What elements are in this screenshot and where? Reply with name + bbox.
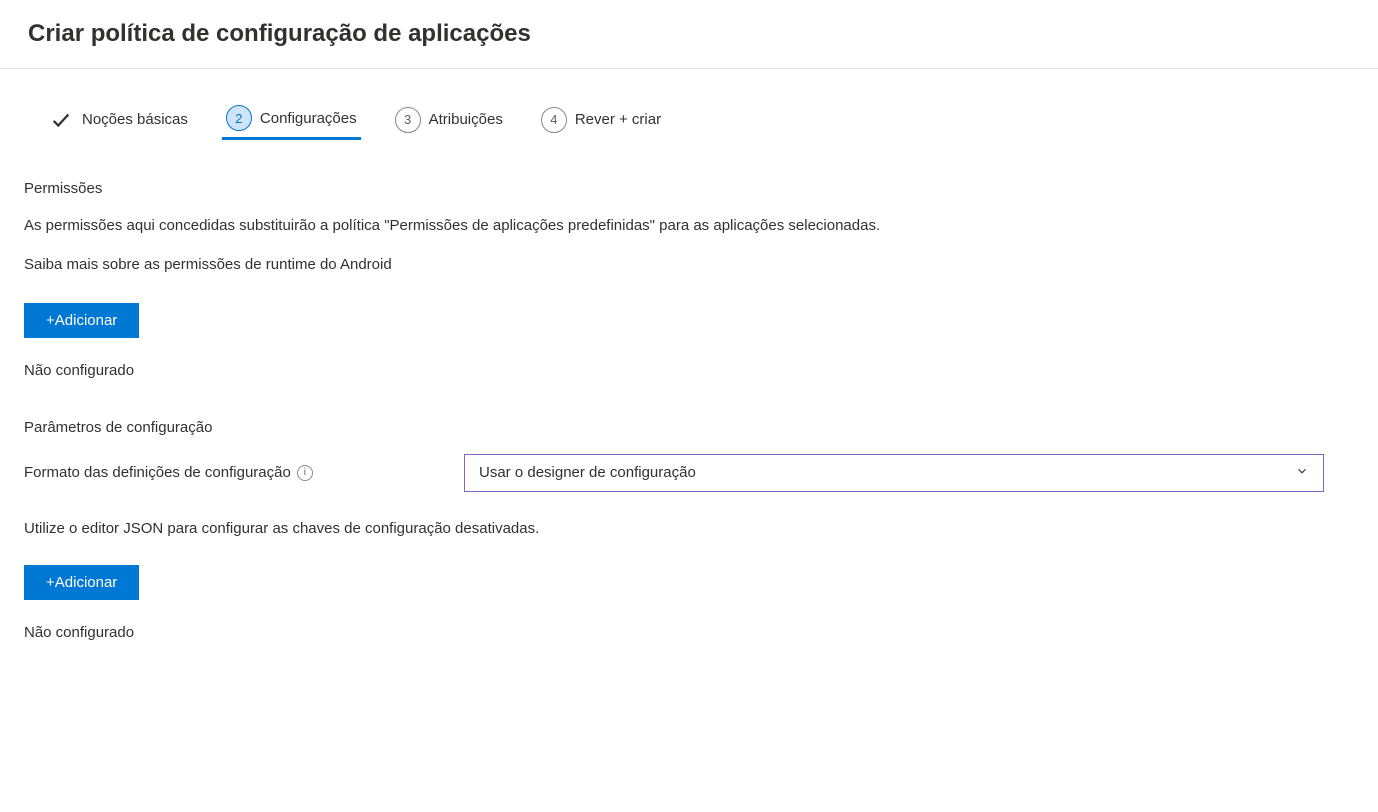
step-basics[interactable]: Noções básicas bbox=[44, 101, 192, 139]
format-dropdown[interactable]: Usar o designer de configuração bbox=[464, 454, 1324, 492]
dropdown-value: Usar o designer de configuração bbox=[479, 464, 696, 481]
config-params-section: Parâmetros de configuração Formato das d… bbox=[24, 419, 1354, 641]
format-label: Formato das definições de configuração bbox=[24, 464, 291, 481]
learn-more-link[interactable]: Saiba mais sobre as permissões de runtim… bbox=[24, 256, 1354, 273]
step-label: Configurações bbox=[260, 110, 357, 127]
permissions-heading: Permissões bbox=[24, 180, 1354, 197]
checkmark-icon bbox=[48, 107, 74, 133]
format-label-wrapper: Formato das definições de configuração i bbox=[24, 464, 454, 481]
step-review-create[interactable]: 4 Rever + criar bbox=[537, 101, 665, 139]
step-label: Rever + criar bbox=[575, 111, 661, 128]
step-assignments[interactable]: 3 Atribuições bbox=[391, 101, 507, 139]
add-config-button[interactable]: +Adicionar bbox=[24, 565, 139, 600]
format-row: Formato das definições de configuração i… bbox=[24, 454, 1354, 492]
step-label: Atribuições bbox=[429, 111, 503, 128]
json-editor-hint: Utilize o editor JSON para configurar as… bbox=[24, 520, 1354, 537]
config-status: Não configurado bbox=[24, 624, 1354, 641]
step-number-icon: 3 bbox=[395, 107, 421, 133]
info-icon[interactable]: i bbox=[297, 465, 313, 481]
page-title: Criar política de configuração de aplica… bbox=[28, 20, 1350, 48]
add-permission-button[interactable]: +Adicionar bbox=[24, 303, 139, 338]
page-header: Criar política de configuração de aplica… bbox=[0, 0, 1378, 69]
step-number-icon: 2 bbox=[226, 105, 252, 131]
chevron-down-icon bbox=[1295, 464, 1309, 482]
wizard-stepper: Noções básicas 2 Configurações 3 Atribui… bbox=[24, 69, 1354, 160]
permissions-status: Não configurado bbox=[24, 362, 1354, 379]
step-settings[interactable]: 2 Configurações bbox=[222, 99, 361, 140]
main-content: Noções básicas 2 Configurações 3 Atribui… bbox=[0, 69, 1378, 721]
step-number-icon: 4 bbox=[541, 107, 567, 133]
permissions-description: As permissões aqui concedidas substituir… bbox=[24, 215, 1354, 238]
config-params-heading: Parâmetros de configuração bbox=[24, 419, 1354, 436]
step-label: Noções básicas bbox=[82, 111, 188, 128]
permissions-section: Permissões As permissões aqui concedidas… bbox=[24, 180, 1354, 379]
